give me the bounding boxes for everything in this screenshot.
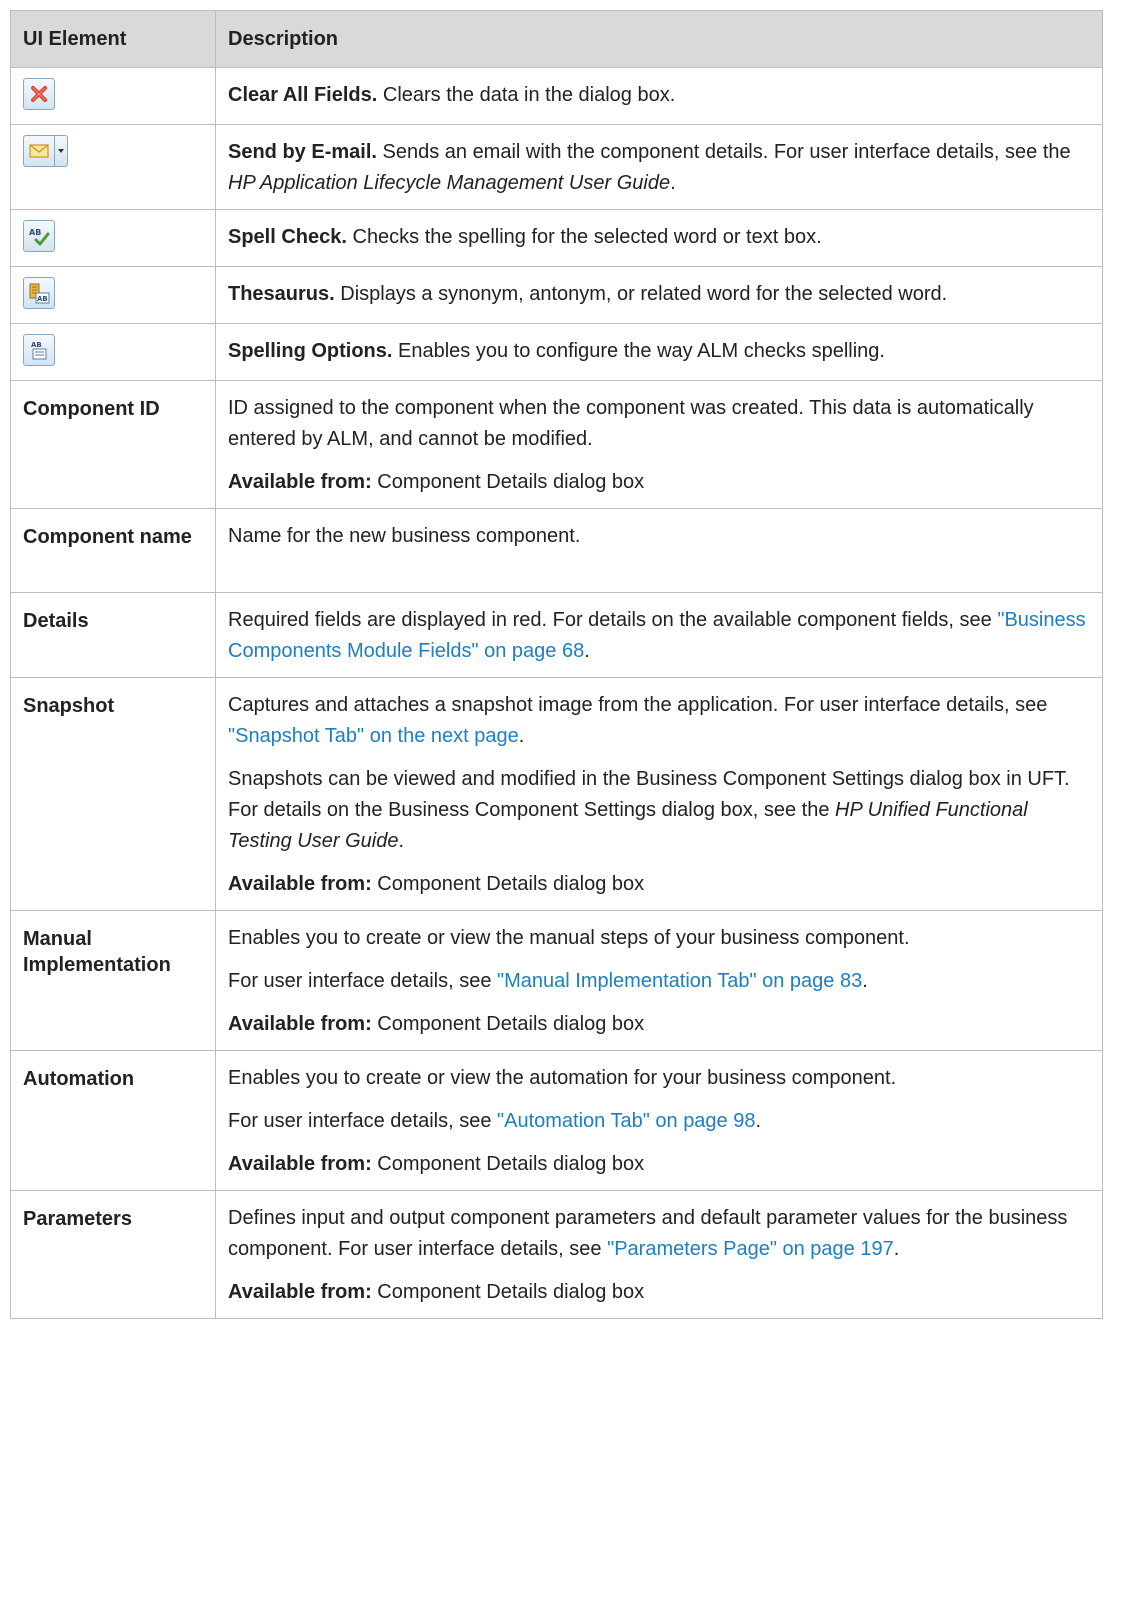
clear-fields-icon <box>31 86 47 102</box>
available-from: Available from: Component Details dialog… <box>228 1013 645 1035</box>
link-snapshot-tab[interactable]: "Snapshot Tab" on the next page <box>228 725 519 747</box>
table-row: AB Spell Check. Checks the spelling for … <box>10 209 1103 267</box>
table-row: Clear All Fields. Clears the data in the… <box>10 67 1103 125</box>
description-text: For user interface details, see "Manual … <box>228 970 868 992</box>
available-from: Available from: Component Details dialog… <box>228 873 645 895</box>
description-cell: Captures and attaches a snapshot image f… <box>215 677 1103 911</box>
table-row: Details Required fields are displayed in… <box>10 592 1103 678</box>
thesaurus-button[interactable]: AB <box>23 277 55 309</box>
table-header-row: UI Element Description <box>10 10 1103 68</box>
description-text: Snapshots can be viewed and modified in … <box>228 768 1070 852</box>
element-cell: Automation <box>10 1050 216 1191</box>
available-from: Available from: Component Details dialog… <box>228 471 645 493</box>
element-cell: Component name <box>10 508 216 593</box>
clear-fields-button[interactable] <box>23 78 55 110</box>
link-parameters-page[interactable]: "Parameters Page" on page 197 <box>607 1238 894 1260</box>
element-cell <box>10 124 216 210</box>
link-manual-implementation-tab[interactable]: "Manual Implementation Tab" on page 83 <box>497 970 862 992</box>
send-email-main[interactable] <box>23 135 55 167</box>
spelling-options-icon: AB <box>31 341 47 360</box>
description-text: Enables you to create or view the manual… <box>228 927 910 949</box>
description-cell: ID assigned to the component when the co… <box>215 380 1103 509</box>
send-email-button[interactable] <box>23 135 68 167</box>
table-row: AB Thesaurus. Displays a synonym, antony… <box>10 266 1103 324</box>
description-text: Defines input and output component param… <box>228 1207 1068 1260</box>
ui-elements-table: UI Element Description Clear All Fields.… <box>10 10 1103 1319</box>
description-cell: Enables you to create or view the automa… <box>215 1050 1103 1191</box>
element-cell: Component ID <box>10 380 216 509</box>
column-header-ui-element: UI Element <box>10 10 216 68</box>
description-text: Enables you to create or view the automa… <box>228 1067 897 1089</box>
send-email-icon <box>29 144 49 158</box>
svg-text:AB: AB <box>31 341 42 349</box>
table-row: Snapshot Captures and attaches a snapsho… <box>10 677 1103 911</box>
available-from: Available from: Component Details dialog… <box>228 1153 645 1175</box>
table-row: Component ID ID assigned to the componen… <box>10 380 1103 509</box>
element-cell: AB <box>10 323 216 381</box>
spelling-options-button[interactable]: AB <box>23 334 55 366</box>
spell-check-icon: AB <box>29 228 50 246</box>
thesaurus-icon: AB <box>29 283 50 304</box>
description-cell: Spell Check. Checks the spelling for the… <box>215 209 1103 267</box>
svg-text:AB: AB <box>37 295 48 303</box>
svg-text:AB: AB <box>29 228 41 237</box>
element-cell: AB <box>10 266 216 324</box>
description-cell: Required fields are displayed in red. Fo… <box>215 592 1103 678</box>
description-text: Captures and attaches a snapshot image f… <box>228 694 1048 747</box>
element-cell: Manual Implementation <box>10 910 216 1051</box>
available-from: Available from: Component Details dialog… <box>228 1281 645 1303</box>
description-cell: Enables you to create or view the manual… <box>215 910 1103 1051</box>
description-cell: Defines input and output component param… <box>215 1190 1103 1319</box>
description-text: ID assigned to the component when the co… <box>228 397 1034 450</box>
table-row: Component name Name for the new business… <box>10 508 1103 593</box>
description-cell: Send by E-mail. Sends an email with the … <box>215 124 1103 210</box>
description-cell: Name for the new business component. <box>215 508 1103 593</box>
table-row: AB Spelling Options. Enables you to conf… <box>10 323 1103 381</box>
element-cell: Snapshot <box>10 677 216 911</box>
element-cell: Details <box>10 592 216 678</box>
table-row: Parameters Defines input and output comp… <box>10 1190 1103 1319</box>
element-cell <box>10 67 216 125</box>
element-cell: Parameters <box>10 1190 216 1319</box>
description-cell: Spelling Options. Enables you to configu… <box>215 323 1103 381</box>
column-header-description: Description <box>215 10 1103 68</box>
description-text: For user interface details, see "Automat… <box>228 1110 762 1132</box>
description-cell: Thesaurus. Displays a synonym, antonym, … <box>215 266 1103 324</box>
element-cell: AB <box>10 209 216 267</box>
table-row: Send by E-mail. Sends an email with the … <box>10 124 1103 210</box>
link-automation-tab[interactable]: "Automation Tab" on page 98 <box>497 1110 755 1132</box>
spell-check-button[interactable]: AB <box>23 220 55 252</box>
table-row: Automation Enables you to create or view… <box>10 1050 1103 1191</box>
description-cell: Clear All Fields. Clears the data in the… <box>215 67 1103 125</box>
table-row: Manual Implementation Enables you to cre… <box>10 910 1103 1051</box>
chevron-down-icon[interactable] <box>55 135 68 167</box>
